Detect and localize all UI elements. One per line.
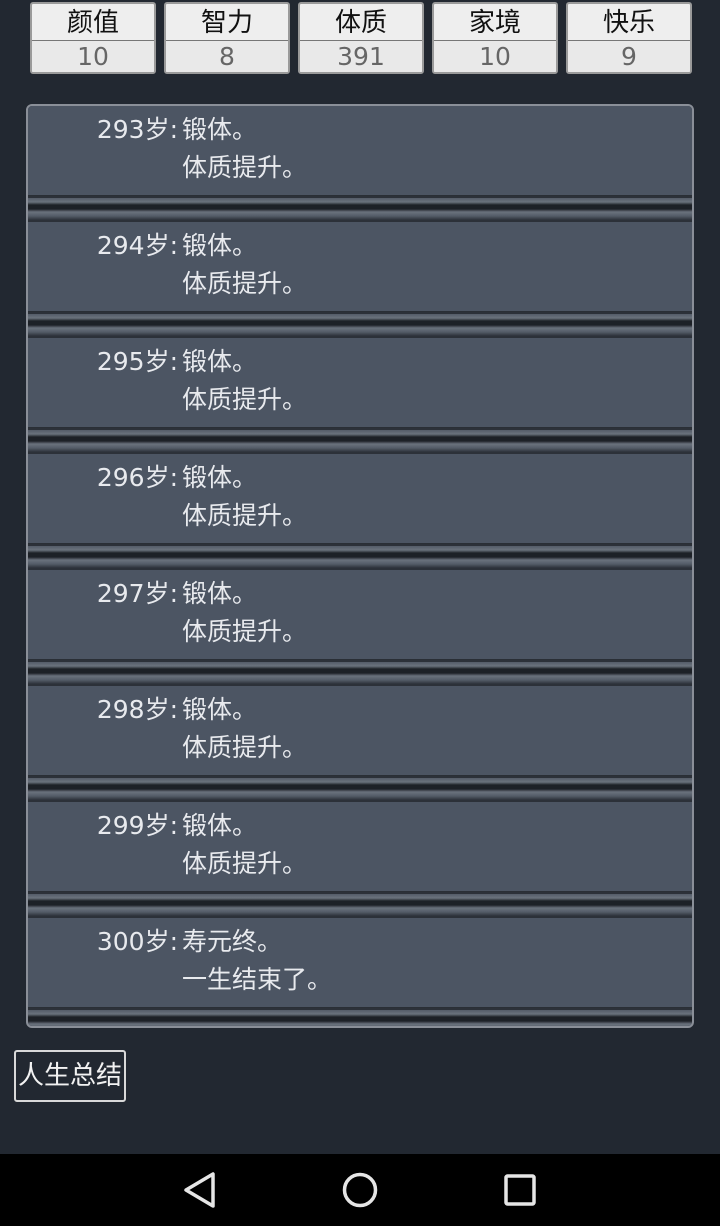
log-divider xyxy=(28,428,692,454)
log-divider xyxy=(28,544,692,570)
log-entry-line: 锻体。 xyxy=(182,463,258,492)
stat-label: 快乐 xyxy=(602,8,655,38)
back-triangle-icon xyxy=(184,1172,215,1208)
log-entry-text: 锻体。 体质提升。 xyxy=(182,696,307,772)
nav-home-button[interactable] xyxy=(280,1154,440,1226)
log-entry-card: 295岁: 锻体。 体质提升。 xyxy=(28,338,692,428)
log-entry-card: 294岁: 锻体。 体质提升。 xyxy=(28,222,692,312)
stat-value: 9 xyxy=(568,40,690,72)
log-entry-card: 300岁: 寿元终。 一生结束了。 xyxy=(28,918,692,1008)
stat-appearance: 颜值 10 xyxy=(30,2,156,74)
log-entry: 293岁: 锻体。 体质提升。 xyxy=(28,106,692,222)
log-entry-age: 294岁: xyxy=(96,231,178,260)
log-entry-card: 297岁: 锻体。 体质提升。 xyxy=(28,570,692,660)
life-summary-button[interactable]: 人生总结 xyxy=(14,1050,126,1102)
stat-label: 颜值 xyxy=(66,8,119,38)
log-entry-line: 体质提升。 xyxy=(182,269,308,298)
log-entry-line: 一生结束了。 xyxy=(182,965,333,994)
log-entry-line: 体质提升。 xyxy=(182,153,308,182)
log-entry-age: 298岁: xyxy=(96,695,178,724)
log-entry-text: 锻体。 体质提升。 xyxy=(182,464,307,540)
log-entry-text: 锻体。 体质提升。 xyxy=(182,812,307,888)
log-entry-line: 锻体。 xyxy=(182,695,258,724)
home-circle-icon xyxy=(342,1172,378,1208)
log-entry-line: 锻体。 xyxy=(182,579,258,608)
stat-label: 智力 xyxy=(200,8,253,38)
stat-value: 391 xyxy=(300,40,422,72)
log-entry-card: 299岁: 锻体。 体质提升。 xyxy=(28,802,692,892)
log-divider xyxy=(28,196,692,222)
log-divider xyxy=(28,660,692,686)
log-entry-line: 锻体。 xyxy=(182,115,258,144)
log-entry-card: 293岁: 锻体。 体质提升。 xyxy=(28,106,692,196)
log-entry: 296岁: 锻体。 体质提升。 xyxy=(28,454,692,570)
log-entry: 298岁: 锻体。 体质提升。 xyxy=(28,686,692,802)
log-entry-line: 寿元终。 xyxy=(182,927,283,956)
nav-recents-button[interactable] xyxy=(440,1154,600,1226)
log-entry-age: 295岁: xyxy=(96,347,178,376)
log-divider xyxy=(28,1008,692,1026)
log-entry-line: 体质提升。 xyxy=(182,501,308,530)
log-entry-age: 299岁: xyxy=(96,811,178,840)
log-entry: 300岁: 寿元终。 一生结束了。 xyxy=(28,918,692,1026)
log-entry-text: 锻体。 体质提升。 xyxy=(182,348,307,424)
log-entry-text: 锻体。 体质提升。 xyxy=(182,232,307,308)
stat-family: 家境 10 xyxy=(432,2,558,74)
log-entry-age: 293岁: xyxy=(96,115,178,144)
log-entry-line: 锻体。 xyxy=(182,231,258,260)
log-entry-text: 锻体。 体质提升。 xyxy=(182,116,307,192)
log-entry-line: 体质提升。 xyxy=(182,617,308,646)
stat-label: 体质 xyxy=(334,8,387,38)
log-divider xyxy=(28,892,692,918)
log-entry-age: 296岁: xyxy=(96,463,178,492)
stat-constitution: 体质 391 xyxy=(298,2,424,74)
stat-happiness: 快乐 9 xyxy=(566,2,692,74)
log-entry-line: 体质提升。 xyxy=(182,849,308,878)
log-entry-line: 锻体。 xyxy=(182,811,258,840)
log-entry: 295岁: 锻体。 体质提升。 xyxy=(28,338,692,454)
log-entry: 294岁: 锻体。 体质提升。 xyxy=(28,222,692,338)
log-entry-line: 体质提升。 xyxy=(182,385,308,414)
log-divider xyxy=(28,776,692,802)
recents-square-icon xyxy=(504,1174,536,1206)
log-entry-card: 296岁: 锻体。 体质提升。 xyxy=(28,454,692,544)
nav-back-button[interactable] xyxy=(120,1154,280,1226)
log-divider xyxy=(28,312,692,338)
log-entry-text: 寿元终。 一生结束了。 xyxy=(182,928,332,1004)
event-log[interactable]: 293岁: 锻体。 体质提升。 294岁: 锻体。 体质提升。 295岁: 锻体… xyxy=(26,104,694,1028)
log-entry-age: 297岁: xyxy=(96,579,178,608)
log-entry: 297岁: 锻体。 体质提升。 xyxy=(28,570,692,686)
log-entry-line: 锻体。 xyxy=(182,347,258,376)
app-screen: 颜值 10 智力 8 体质 391 家境 10 快乐 9 293岁: 锻体。 体… xyxy=(0,0,720,1154)
log-entry-age: 300岁: xyxy=(96,927,178,956)
log-entry-card: 298岁: 锻体。 体质提升。 xyxy=(28,686,692,776)
stat-value: 8 xyxy=(166,40,288,72)
log-entry: 299岁: 锻体。 体质提升。 xyxy=(28,802,692,918)
log-entry-line: 体质提升。 xyxy=(182,733,308,762)
stats-bar: 颜值 10 智力 8 体质 391 家境 10 快乐 9 xyxy=(30,2,692,74)
stat-label: 家境 xyxy=(468,8,521,38)
stat-value: 10 xyxy=(434,40,556,72)
stat-value: 10 xyxy=(32,40,154,72)
android-nav-bar xyxy=(0,1154,720,1226)
log-entry-text: 锻体。 体质提升。 xyxy=(182,580,307,656)
stat-intelligence: 智力 8 xyxy=(164,2,290,74)
